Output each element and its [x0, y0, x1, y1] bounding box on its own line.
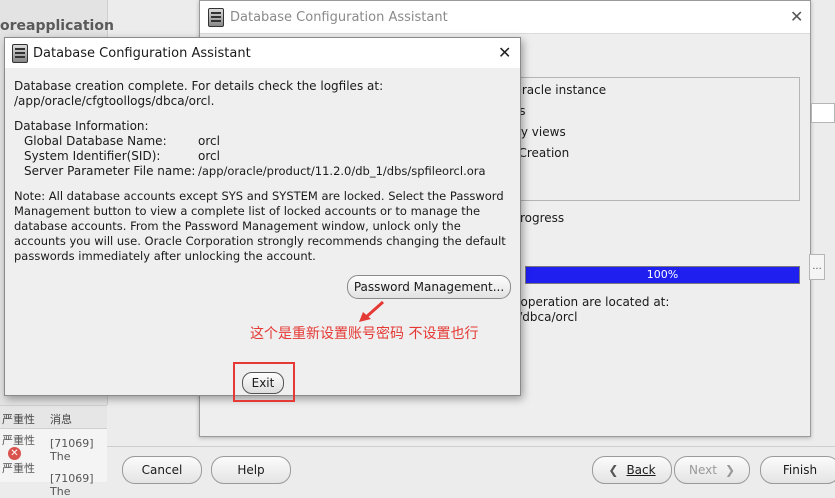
dialog-title: Database Configuration Assistant [33, 46, 251, 61]
database-info-heading: Database Information: [14, 119, 149, 133]
severity-column-header: 严重性 [2, 413, 35, 426]
error-icon: ✕ [8, 447, 21, 460]
info-label: Global Database Name: [24, 134, 167, 148]
main-window-title: Database Configuration Assistant [230, 10, 448, 25]
bottom-separator [107, 446, 835, 447]
finish-button[interactable]: Finish [760, 456, 835, 484]
completion-dialog: Database Configuration Assistant ✕ Datab… [4, 37, 521, 402]
message-column-header: 消息 [50, 413, 72, 426]
side-field[interactable] [811, 103, 835, 123]
log-location-path: s/dbca/orcl [512, 310, 578, 324]
note-line: passwords immediately after unlocking th… [14, 249, 316, 263]
info-value: /app/oracle/product/11.2.0/db_1/dbs/spfi… [198, 164, 486, 178]
completion-message: Database creation complete. For details … [14, 79, 384, 93]
next-button-label: Next [688, 463, 717, 477]
password-management-button[interactable]: Password Management... [347, 275, 511, 299]
back-button-label: Back [626, 463, 656, 477]
info-value: orcl [198, 134, 220, 148]
info-label: Server Parameter File name: [24, 164, 196, 178]
severity-label: 严重性 [2, 434, 35, 447]
note-line: database accounts. From the Password Man… [14, 219, 461, 233]
log-path: /app/oracle/cfgtoollogs/dbca/orcl. [14, 94, 215, 108]
info-value: orcl [198, 149, 220, 163]
annotation-text: 这个是重新设置账号密码 不设置也行 [250, 326, 479, 342]
note-line: accounts you will use. Oracle Corporatio… [14, 234, 506, 248]
chevron-left-icon: ❮ [608, 463, 619, 477]
cancel-button[interactable]: Cancel [122, 456, 202, 484]
dialog-close-icon[interactable]: ✕ [498, 43, 511, 62]
annotation-arrow-icon [359, 300, 384, 322]
progress-bar: 100% [525, 266, 800, 284]
progress-steps-box: g Oracle instance files nary views se Cr… [500, 77, 800, 201]
chevron-right-icon: ❯ [724, 463, 736, 477]
next-button[interactable]: Next ❯ [674, 456, 750, 484]
note-line: Note: All database accounts except SYS a… [14, 189, 504, 203]
dbca-app-icon [208, 8, 224, 27]
exit-button[interactable]: Exit [242, 372, 284, 394]
severity-label: 严重性 [2, 462, 35, 475]
info-label: System Identifier(SID): [24, 149, 161, 163]
side-button[interactable]: ... [809, 254, 825, 280]
help-button[interactable]: Help [211, 456, 291, 484]
table-row[interactable]: 严重性 [71069] The [0, 460, 107, 498]
dialog-titlebar: Database Configuration Assistant ✕ [5, 38, 520, 68]
background-message-table: 严重性 消息 严重性 ✕ [71069] The 严重性 [71069] The [0, 405, 107, 498]
note-line: Management button to view a complete lis… [14, 204, 481, 218]
background-app-title: oreapplication [0, 18, 114, 34]
back-button[interactable]: ❮ Back [592, 456, 672, 484]
table-row[interactable]: 严重性 ✕ [71069] The [0, 432, 107, 463]
message-cell: [71069] The [50, 472, 94, 498]
log-location-line: t operation are located at: [512, 295, 670, 309]
main-window-close-icon[interactable]: ✕ [790, 7, 803, 26]
table-header: 严重性 消息 [0, 406, 107, 429]
main-window-titlebar: Database Configuration Assistant ✕ [200, 1, 810, 34]
dbca-app-icon [12, 44, 28, 63]
progress-label: rogress [520, 211, 565, 225]
